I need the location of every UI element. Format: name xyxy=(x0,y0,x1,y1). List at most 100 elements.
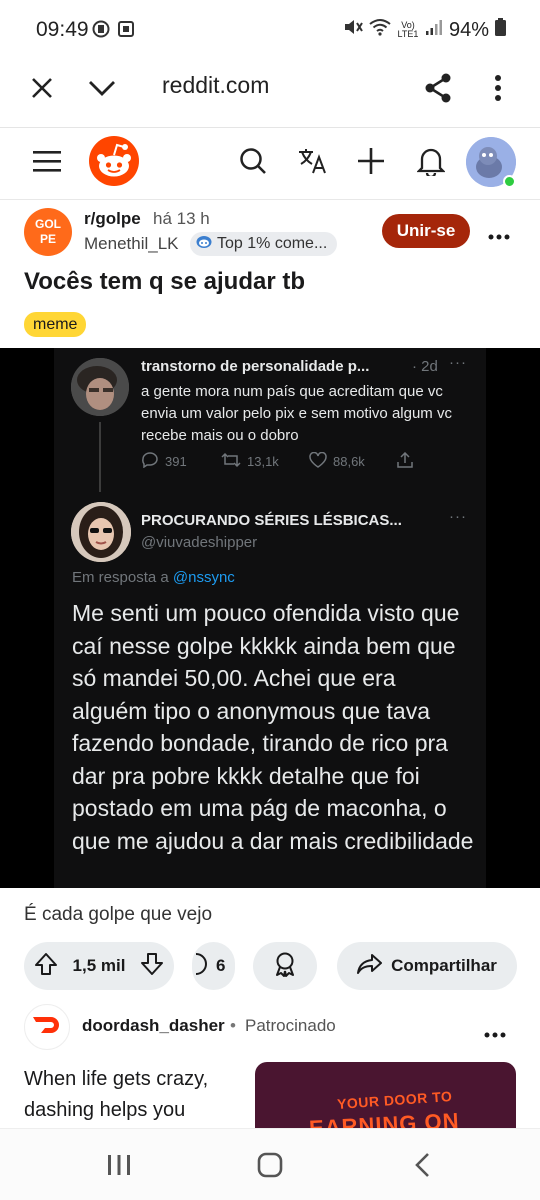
tweet1-likes: 88,6k xyxy=(309,451,365,471)
network-label: Vo) LTE1 xyxy=(397,20,419,39)
downvote-button[interactable] xyxy=(140,952,164,981)
ad-options-button[interactable] xyxy=(484,1018,506,1044)
more-horizontal-icon xyxy=(488,220,510,245)
post-options-button[interactable] xyxy=(488,220,510,246)
ad-header: doordash_dasher • Patrocinado xyxy=(0,1004,540,1050)
tweet1-actions: 391 13,1k 88,6k xyxy=(141,451,421,474)
heart-icon xyxy=(309,451,327,471)
app-notification-icon xyxy=(118,20,136,38)
browser-menu-button[interactable] xyxy=(476,68,520,112)
retweet-icon xyxy=(221,452,241,471)
join-button[interactable]: Unir-se xyxy=(382,214,470,248)
tweet2-replying-to: Em resposta a @nssync xyxy=(72,569,235,586)
share-page-button[interactable] xyxy=(416,68,460,112)
recent-apps-icon xyxy=(107,1154,131,1181)
bell-icon xyxy=(416,146,446,181)
user-flair-text: Top 1% come... xyxy=(217,235,328,252)
plus-icon xyxy=(357,147,385,180)
doordash-logo-icon xyxy=(32,1016,62,1039)
url-text[interactable]: reddit.com xyxy=(162,72,269,99)
comment-count: 6 xyxy=(216,956,226,975)
close-icon xyxy=(30,76,54,105)
notifications-button[interactable] xyxy=(406,138,456,188)
award-icon xyxy=(273,951,297,982)
notification-icon xyxy=(92,20,110,38)
upload-icon xyxy=(397,451,413,471)
minimize-button[interactable] xyxy=(80,68,124,112)
commenter-badge-icon xyxy=(196,235,212,254)
reply-icon xyxy=(141,452,159,471)
more-vertical-icon xyxy=(494,74,502,107)
ad-advertiser-name[interactable]: doordash_dasher xyxy=(82,1016,225,1036)
status-time: 09:49 xyxy=(36,18,89,41)
vote-count: 1,5 mil xyxy=(72,956,126,975)
menu-button[interactable] xyxy=(22,138,72,188)
post-flair[interactable]: meme xyxy=(24,312,87,337)
status-right: Vo) LTE1 94% xyxy=(343,18,506,42)
reply-mention: @nssync xyxy=(172,569,235,586)
translate-icon xyxy=(298,147,328,180)
home-button[interactable] xyxy=(250,1149,290,1185)
tweet1-replies: 391 xyxy=(141,452,187,471)
reddit-header xyxy=(0,128,540,200)
tweet1-retweets: 13,1k xyxy=(221,452,279,471)
back-chevron-icon xyxy=(414,1152,430,1183)
wifi-icon xyxy=(369,18,391,42)
back-button[interactable] xyxy=(402,1149,442,1185)
more-horizontal-icon xyxy=(484,1018,506,1043)
tweet1-more-icon: ··· xyxy=(449,354,467,371)
tweet2-avatar xyxy=(71,502,131,562)
menu-icon xyxy=(32,149,62,178)
tweet1-author-name: transtorno de personalidade p... xyxy=(141,358,370,375)
comments-button[interactable]: 6 xyxy=(192,942,235,990)
translate-button[interactable] xyxy=(288,138,338,188)
ad-advertiser-logo[interactable] xyxy=(24,1004,70,1050)
signal-icon xyxy=(425,18,443,42)
post-title[interactable]: Vocês tem q se ajudar tb xyxy=(24,268,305,296)
tweet1-date: · 2d xyxy=(412,358,438,375)
ad-separator: • xyxy=(230,1016,236,1035)
tweet1-text: a gente mora num país que acreditam que … xyxy=(141,383,452,444)
downvote-arrow-icon xyxy=(140,952,164,980)
close-tab-button[interactable] xyxy=(20,68,64,112)
award-button[interactable] xyxy=(253,942,317,990)
mute-icon xyxy=(343,18,363,42)
post-time: há 13 h xyxy=(153,209,210,228)
reddit-home-button[interactable] xyxy=(88,135,140,191)
vote-control: 1,5 mil xyxy=(24,942,174,990)
share-button[interactable]: Compartilhar xyxy=(337,942,517,990)
tweet2-handle: @viuvadeshipper xyxy=(141,534,258,551)
ad-text[interactable]: When life gets crazy, dashing helps you xyxy=(24,1064,234,1126)
post-header: GOL PE r/golpe há 13 h Menethil_LK Top 1%… xyxy=(0,200,540,262)
chevron-down-icon xyxy=(88,79,116,102)
user-flair: Top 1% come... xyxy=(190,232,338,256)
reddit-logo-icon xyxy=(89,135,139,191)
share-icon xyxy=(424,73,452,108)
post-body-text[interactable]: É cada golpe que vejo xyxy=(24,904,212,926)
ad-sponsored-label: Patrocinado xyxy=(245,1016,336,1035)
comment-icon xyxy=(194,952,208,981)
subreddit-icon[interactable]: GOL PE xyxy=(24,208,72,256)
share-label: Compartilhar xyxy=(391,956,497,975)
tweet-screenshot: transtorno de personalidade p... · 2d ··… xyxy=(54,348,486,888)
upvote-button[interactable] xyxy=(34,952,58,981)
battery-percent: 94% xyxy=(448,18,489,41)
thread-line xyxy=(99,422,101,492)
create-post-button[interactable] xyxy=(346,138,396,188)
tweet2-author-name: PROCURANDO SÉRIES LÉSBICAS... xyxy=(141,512,402,529)
upvote-arrow-icon xyxy=(34,952,58,980)
post-image[interactable]: transtorno de personalidade p... · 2d ··… xyxy=(0,348,540,888)
tweet2-more-icon: ··· xyxy=(449,508,467,525)
battery-icon xyxy=(495,18,506,42)
online-status-dot xyxy=(503,175,516,188)
share-arrow-icon xyxy=(357,953,383,980)
status-bar: 09:49 Vo) LTE1 94% xyxy=(0,0,540,58)
home-icon xyxy=(257,1152,283,1183)
post-author[interactable]: Menethil_LK xyxy=(84,234,179,254)
tweet1-avatar xyxy=(71,358,129,416)
subreddit-name[interactable]: r/golpe xyxy=(84,209,141,229)
system-navigation-bar xyxy=(0,1128,540,1200)
search-button[interactable] xyxy=(228,138,278,188)
ad-image[interactable]: YOUR DOOR TO EARNING ON xyxy=(255,1062,516,1134)
recent-apps-button[interactable] xyxy=(99,1149,139,1185)
